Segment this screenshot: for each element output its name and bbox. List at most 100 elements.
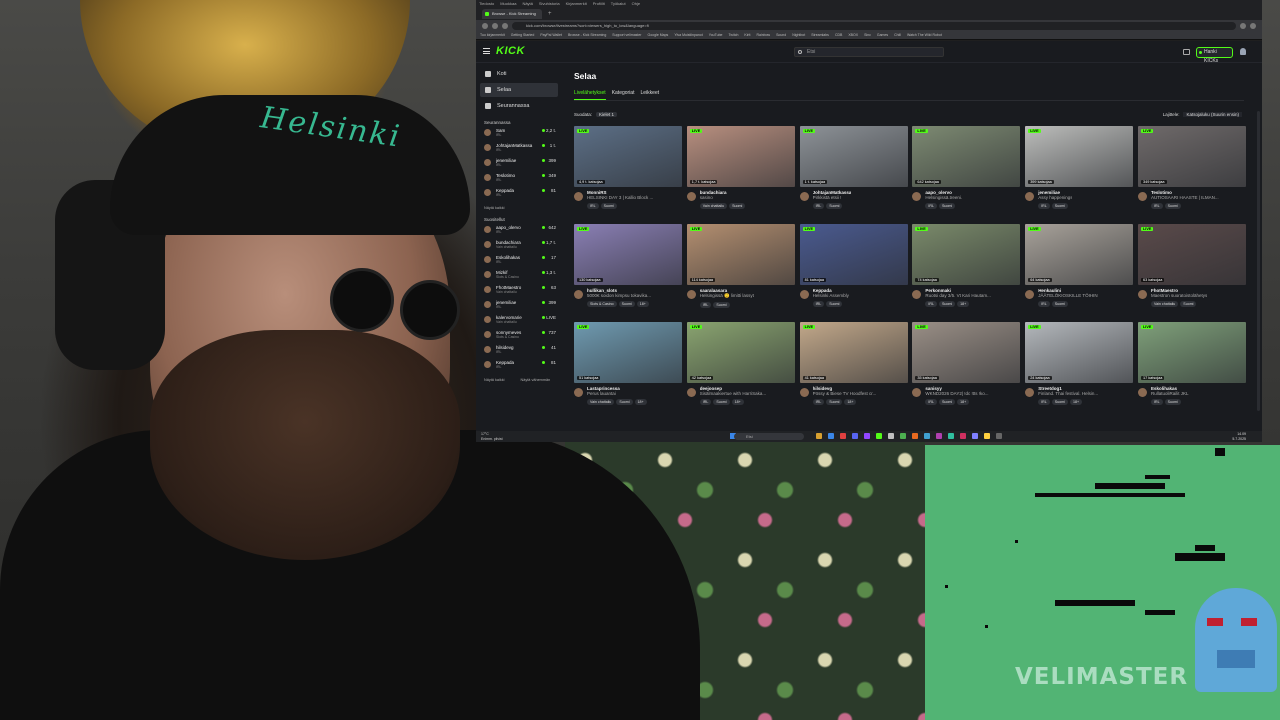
avatar[interactable] bbox=[1137, 192, 1147, 201]
channel-item[interactable]: FhotMaestro Vain chattailu 63 bbox=[480, 285, 558, 300]
tag-chip[interactable]: IRL bbox=[812, 301, 825, 307]
menu-item[interactable]: Työkalut bbox=[611, 0, 626, 7]
chrome-icon[interactable] bbox=[840, 433, 846, 439]
bookmark-item[interactable]: PayPal Wallet bbox=[540, 31, 562, 39]
stream-thumbnail[interactable]: LIVE 642 katsojaa bbox=[912, 126, 1021, 187]
stream-card[interactable]: LIVE 41 katsojaa hilsidevg Pössy & Biese TV… bbox=[799, 322, 908, 420]
tag-chip[interactable]: Slots & Casino bbox=[587, 301, 617, 307]
avatar[interactable] bbox=[912, 290, 922, 299]
avatar[interactable] bbox=[1137, 388, 1147, 397]
stream-card[interactable]: LIVE 81 katsojaa Keppada Helsinki Assembly I… bbox=[799, 224, 908, 322]
tag-chip[interactable]: IRL bbox=[1150, 203, 1163, 209]
sidebar-item-following[interactable]: Seurannassa bbox=[480, 99, 558, 113]
tag-chip[interactable]: Suomi bbox=[826, 301, 843, 307]
menu-item[interactable]: Muokkaa bbox=[500, 0, 516, 7]
stream-card[interactable]: LIVE 24 katsojaa Streetdog1 Finland. Thai f… bbox=[1025, 322, 1134, 420]
app-icon[interactable] bbox=[948, 433, 954, 439]
bookmark-item[interactable]: Kirit bbox=[744, 31, 750, 39]
channel-item[interactable]: kalervomarie Vain chattailu LIVE bbox=[480, 315, 558, 330]
channel-item[interactable]: JohtajanMatkassa IRL 1 t. bbox=[480, 143, 558, 158]
tag-chip[interactable]: Suomi bbox=[618, 301, 635, 307]
stream-thumbnail[interactable]: LIVE 1,7 t. katsojaa bbox=[686, 126, 795, 187]
discord-icon[interactable] bbox=[852, 433, 858, 439]
tag-chip[interactable]: 18+ bbox=[844, 399, 857, 405]
weather-widget[interactable]: 17°C Enimm. pilvist bbox=[481, 432, 503, 441]
tag-chip[interactable]: Suomi bbox=[713, 302, 730, 308]
avatar[interactable] bbox=[686, 192, 696, 201]
stream-thumbnail[interactable]: LIVE 17 katsojaa bbox=[1137, 322, 1246, 383]
stream-thumbnail[interactable]: LIVE 51 katsojaa bbox=[574, 322, 682, 383]
tag-chip[interactable]: 18+ bbox=[957, 301, 970, 307]
stream-card[interactable]: LIVE 17 katsojaa Eskolihakas RullatuoliRail… bbox=[1137, 322, 1246, 420]
tab-categories[interactable]: Kategoriat bbox=[612, 90, 635, 100]
stream-thumbnail[interactable]: LIVE 74 katsojaa bbox=[912, 224, 1021, 285]
sidebar-toggle-icon[interactable] bbox=[1183, 49, 1190, 55]
tag-chip[interactable]: Suomi bbox=[1164, 399, 1181, 405]
new-tab-icon[interactable]: + bbox=[548, 11, 552, 17]
app-icon[interactable] bbox=[912, 433, 918, 439]
stream-card[interactable]: LIVE 42 katsojaa deejoosep Sisälmaakiertue … bbox=[686, 322, 795, 420]
sort-dropdown[interactable]: Katsojaluku (Suurin ensin) bbox=[1183, 112, 1242, 117]
notifications-icon[interactable] bbox=[1240, 48, 1246, 55]
tag-chip[interactable]: Suomi bbox=[616, 399, 633, 405]
avatar[interactable] bbox=[1137, 290, 1147, 299]
stream-card[interactable]: LIVE 642 katsojaa aapo_olervo Helsingissä.t… bbox=[912, 126, 1021, 224]
bookmark-item[interactable]: XBOX bbox=[848, 31, 858, 39]
bookmark-item[interactable]: Getting Started bbox=[511, 31, 535, 39]
menu-item[interactable]: Ohje bbox=[632, 0, 640, 7]
bookmark-item[interactable]: Chill bbox=[894, 31, 901, 39]
avatar[interactable] bbox=[686, 388, 696, 397]
tag-chip[interactable]: Suomi bbox=[600, 203, 617, 209]
bookmark-item[interactable]: Sinc bbox=[864, 31, 871, 39]
tag-chip[interactable]: Suomi bbox=[1051, 399, 1068, 405]
tag-chip[interactable]: IRL bbox=[699, 399, 712, 405]
bookmark-item[interactable]: YouTube bbox=[709, 31, 723, 39]
menu-item[interactable]: Kirjanmerkit bbox=[566, 0, 587, 7]
bookmark-item[interactable]: Twitch bbox=[728, 31, 738, 39]
spotify-icon[interactable] bbox=[900, 433, 906, 439]
tag-chip[interactable]: 18+ bbox=[636, 301, 649, 307]
search-input[interactable]: Etsi bbox=[794, 47, 944, 57]
url-field[interactable]: kick.com/browse/livestreams?sort=viewers… bbox=[512, 21, 1236, 30]
tag-chip[interactable]: IRL bbox=[1038, 203, 1050, 209]
bookmark-item[interactable]: Tuo kirjanmerkit bbox=[480, 31, 505, 39]
back-icon[interactable] bbox=[482, 22, 488, 29]
tag-chip[interactable]: 18+ bbox=[634, 399, 647, 405]
forward-icon[interactable] bbox=[492, 22, 498, 29]
tag-chip[interactable]: Suomi bbox=[1051, 301, 1068, 307]
tag-chip[interactable]: IRL bbox=[699, 302, 712, 308]
tag-chip[interactable]: Vain chattailu bbox=[699, 203, 728, 209]
stream-card[interactable]: LIVE 4,9 t. katsojaa MonniRS HELSINKI DAY 3… bbox=[574, 126, 682, 224]
stream-title[interactable]: Sisälmaakiertue with HarriSaka... bbox=[700, 391, 766, 396]
avatar[interactable] bbox=[799, 192, 809, 201]
tag-chip[interactable]: Suomi bbox=[938, 301, 956, 307]
stream-card[interactable]: LIVE 63 katsojaa FhotMaestro Maestron suora… bbox=[1137, 224, 1246, 322]
extensions-icon[interactable] bbox=[1240, 22, 1246, 29]
stream-thumbnail[interactable]: LIVE 41 katsojaa bbox=[799, 322, 908, 383]
tag-chip[interactable]: Suomi bbox=[826, 203, 843, 209]
show-less-link[interactable]: Näytä vähemmän bbox=[520, 378, 550, 382]
stream-thumbnail[interactable]: LIVE 42 katsojaa bbox=[686, 322, 795, 383]
stream-card[interactable]: LIVE 64 katsojaa Henkaulini JÄÄTELÖKIOSKILL… bbox=[1025, 224, 1134, 322]
hamburger-menu-icon[interactable] bbox=[483, 48, 490, 54]
app-icon[interactable] bbox=[936, 433, 942, 439]
avatar[interactable] bbox=[574, 388, 583, 397]
tag-chip[interactable]: 18+ bbox=[957, 399, 970, 405]
file-explorer-icon[interactable] bbox=[816, 433, 822, 439]
bookmark-item[interactable]: Browse - Kick Streaming bbox=[568, 31, 606, 39]
stream-thumbnail[interactable]: LIVE 35 katsojaa bbox=[912, 322, 1021, 383]
channel-item[interactable]: jenemiliae IRL 399 bbox=[480, 158, 558, 173]
stream-thumbnail[interactable]: LIVE 1 t. katsojaa bbox=[799, 126, 908, 187]
stream-thumbnail[interactable]: LIVE 349 katsojaa bbox=[1137, 126, 1246, 187]
menu-item[interactable]: Profiilit bbox=[593, 0, 605, 7]
obs-icon[interactable] bbox=[888, 433, 894, 439]
show-all-link[interactable]: Näytä kaikki bbox=[484, 378, 504, 382]
stream-title[interactable]: Helsinki Assembly bbox=[813, 293, 849, 298]
stream-card[interactable]: LIVE 1 t. katsojaa JohtajanMatkassa Pirkkis… bbox=[799, 126, 908, 224]
tag-chip[interactable]: Suomi bbox=[938, 399, 956, 405]
tag-chip[interactable]: Suomi bbox=[826, 399, 843, 405]
tag-chip[interactable]: IRL bbox=[1038, 399, 1050, 405]
tag-chip[interactable]: 18+ bbox=[1069, 399, 1083, 405]
app-icon[interactable] bbox=[984, 433, 990, 439]
page-scrollbar[interactable] bbox=[1257, 111, 1260, 411]
